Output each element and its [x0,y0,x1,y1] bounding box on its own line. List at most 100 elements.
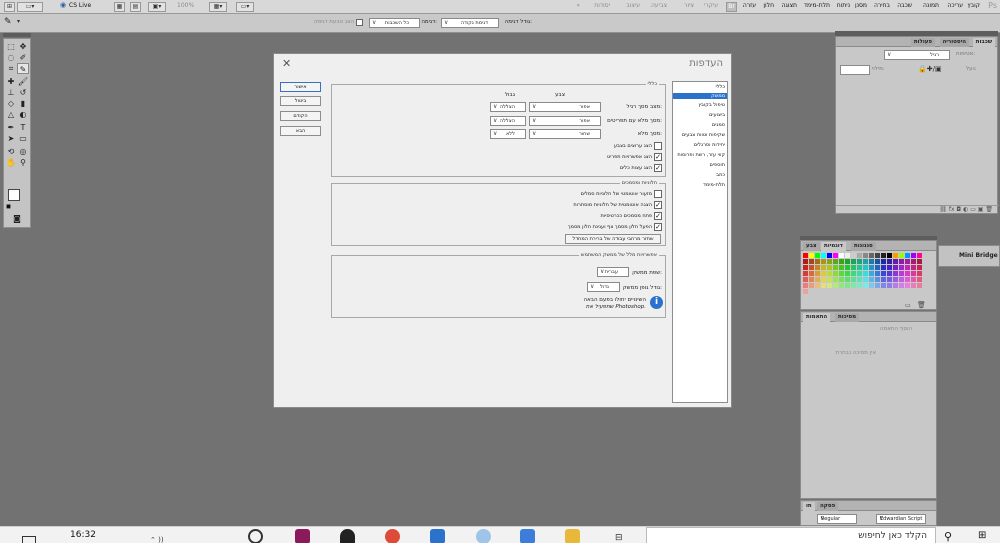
color-swatch[interactable] [821,259,826,264]
color-swatch[interactable] [893,289,898,294]
color-swatch[interactable] [839,283,844,288]
menu-help[interactable]: עזרה [743,2,756,9]
color-swatch[interactable] [863,283,868,288]
color-swatch[interactable] [809,265,814,270]
pen-tool-icon[interactable]: ✒ [5,122,17,133]
color-swatch[interactable] [827,289,832,294]
color-swatch[interactable] [875,283,880,288]
view-extras-icon[interactable]: ▣▾ [148,2,166,12]
app-icon-6[interactable] [476,529,491,543]
color-swatch[interactable] [803,265,808,270]
color-swatch[interactable] [875,277,880,282]
color-swatch[interactable] [845,283,850,288]
tab-color[interactable]: צבע [803,242,820,251]
color-swatch[interactable] [881,253,886,258]
menu-select[interactable]: בחירה [874,2,890,9]
color-swatch[interactable] [821,253,826,258]
color-swatch[interactable] [809,271,814,276]
color-swatch[interactable] [911,253,916,258]
color-swatch[interactable] [833,283,838,288]
color-swatch[interactable] [845,277,850,282]
cs-live-button[interactable]: CS Live [69,2,91,9]
color-swatch[interactable] [803,283,808,288]
show-tool-tips-checkbox[interactable]: ✓ [654,164,662,172]
color-swatch[interactable] [863,289,868,294]
color-swatch[interactable] [881,289,886,294]
clone-stamp-tool-icon[interactable]: ⊥ [5,87,17,98]
color-swatch[interactable] [869,271,874,276]
color-swatch[interactable] [875,265,880,270]
color-swatch[interactable] [845,289,850,294]
category-plugins[interactable]: תוספים [710,162,725,168]
font-style-select[interactable]: ∨ Regular [817,514,857,524]
marquee-tool-icon[interactable]: ⬚ [5,41,17,52]
tab-layers[interactable]: שכבות [972,38,995,47]
color-swatch[interactable] [839,259,844,264]
notifications-icon[interactable] [22,536,36,543]
category-file-handling[interactable]: טיפול בקובץ [698,102,725,108]
color-swatch[interactable] [809,277,814,282]
swatch-grid[interactable] [803,253,928,299]
color-swatch[interactable] [809,289,814,294]
color-swatch[interactable] [869,277,874,282]
color-swatch[interactable] [803,289,808,294]
color-swatch[interactable] [833,253,838,258]
color-swatch[interactable] [899,271,904,276]
blend-mode-select[interactable]: ∨ רגיל [884,50,950,60]
category-general[interactable]: כללי [716,84,725,90]
color-swatch[interactable] [869,259,874,264]
indesign-icon[interactable] [295,529,310,543]
color-swatch[interactable] [905,271,910,276]
windows-start-icon[interactable]: ⊞ [978,530,986,541]
dodge-tool-icon[interactable]: ◐ [17,109,29,120]
tab-paragraph[interactable]: פסקה [817,502,839,511]
color-swatch[interactable] [893,265,898,270]
photoshop-taskbar-icon[interactable] [430,529,445,543]
launch-bridge-icon[interactable]: ▦ [114,2,125,12]
color-swatch[interactable] [905,265,910,270]
tab-swatches[interactable]: דוגמיות [821,242,846,251]
color-swatch[interactable] [887,259,892,264]
app-icon-7[interactable] [520,529,535,543]
fullscreen-menus-color-select[interactable]: ∨ אפור [529,116,601,126]
color-swatch[interactable] [857,283,862,288]
color-swatch[interactable] [839,277,844,282]
restore-workspaces-button[interactable]: שחזר מרחבי עבודה של ברירת המחדל [565,234,661,244]
mini-bridge-icon[interactable]: ▤ [130,2,141,12]
color-swatch[interactable] [815,253,820,258]
menu-file[interactable]: קובץ [967,2,980,9]
color-swatch[interactable] [917,259,922,264]
color-swatch[interactable] [827,283,832,288]
fullscreen-color-select[interactable]: ∨ שחור [529,129,601,139]
color-swatch[interactable] [845,259,850,264]
color-swatch[interactable] [899,289,904,294]
color-swatch[interactable] [827,265,832,270]
color-swatch[interactable] [899,265,904,270]
eyedropper-icon[interactable]: ✎ [4,17,16,29]
foreground-color-swatch[interactable] [8,189,20,201]
color-swatch[interactable] [851,289,856,294]
color-swatch[interactable] [893,283,898,288]
color-swatch[interactable] [875,253,880,258]
open-as-tabs-checkbox[interactable]: ✓ [654,212,662,220]
ok-button[interactable]: אישור [280,82,321,92]
color-swatch[interactable] [845,265,850,270]
color-swatch[interactable] [887,289,892,294]
color-swatch[interactable] [905,259,910,264]
clock-time[interactable]: 16:32 [70,530,96,540]
arrange-documents-icon[interactable]: ▦▾ [209,2,227,12]
color-swatch[interactable] [887,277,892,282]
fill-field[interactable] [840,65,870,75]
color-swatch[interactable] [863,253,868,258]
tab-masks[interactable]: מסיכות [835,313,860,322]
color-swatch[interactable] [905,289,910,294]
color-swatch[interactable] [815,259,820,264]
3d-rotate-tool-icon[interactable]: ⟲ [5,146,17,157]
color-swatch[interactable] [839,265,844,270]
color-swatch[interactable] [881,259,886,264]
color-swatch[interactable] [899,283,904,288]
ui-font-size-select[interactable]: ∨ גדול [587,282,620,292]
color-swatch[interactable] [851,271,856,276]
menu-image[interactable]: תמונה [923,2,939,9]
font-family-select[interactable]: ∨ Edwardian Script [876,514,926,524]
